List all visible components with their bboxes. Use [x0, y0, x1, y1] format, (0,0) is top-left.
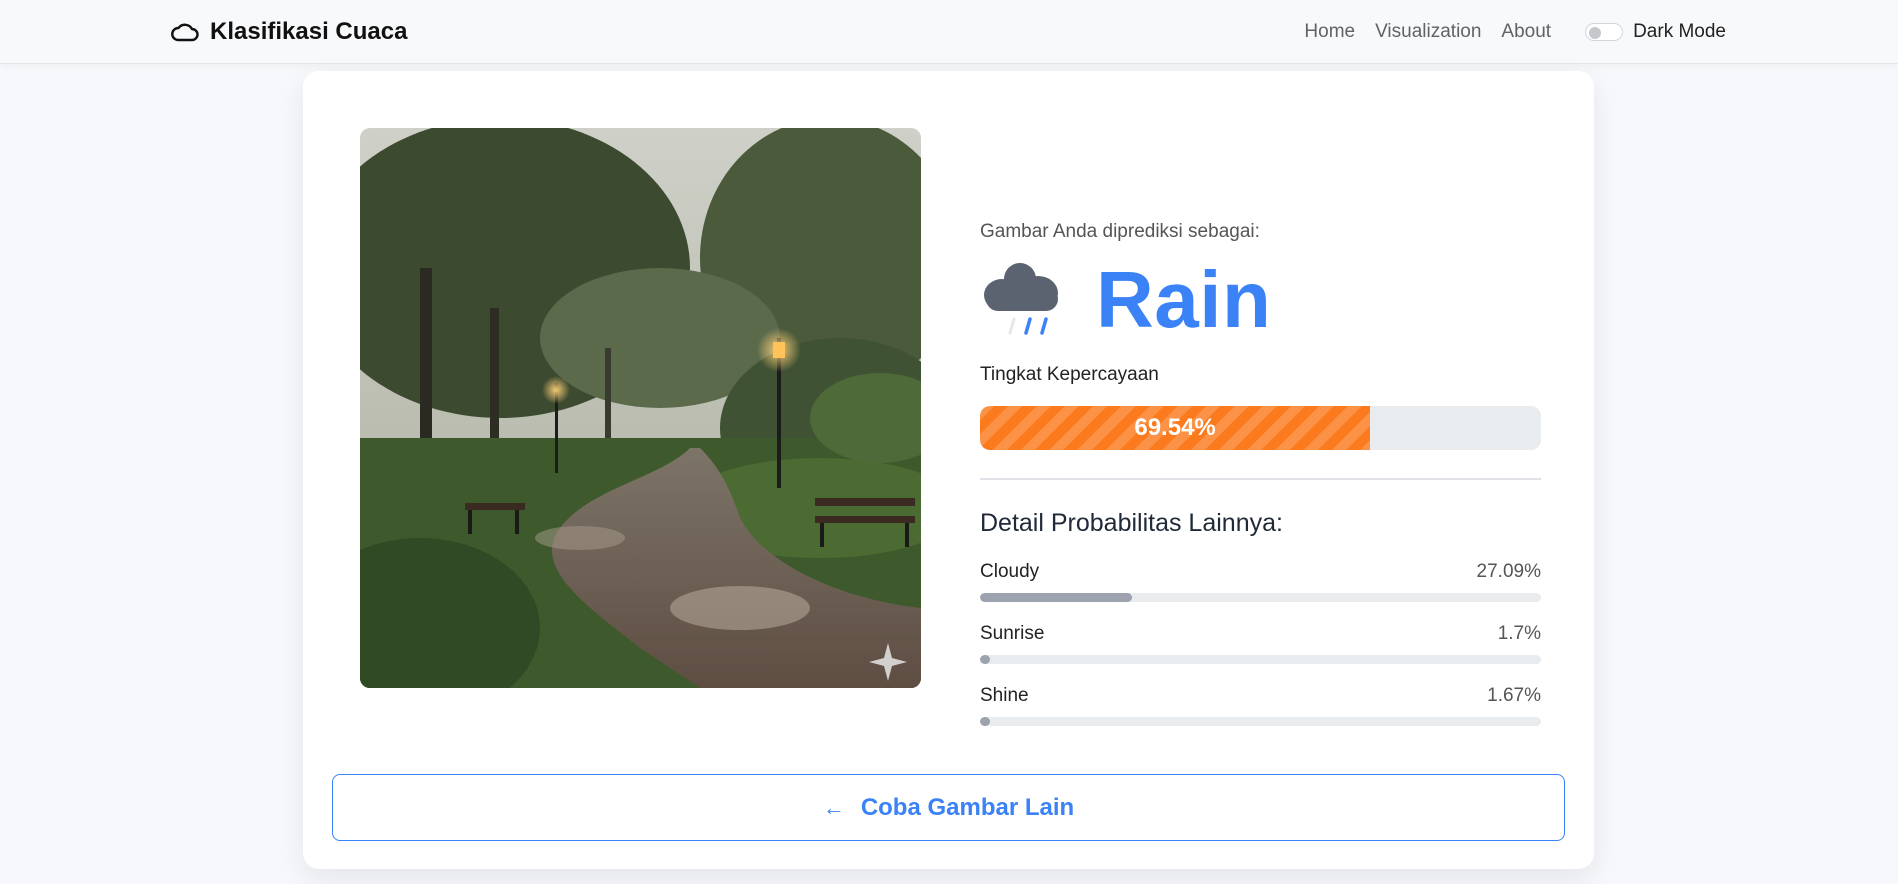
cloud-icon: [171, 23, 199, 42]
toggle-knob: [1589, 27, 1602, 39]
confidence-bar-fill: 69.54%: [980, 406, 1371, 450]
prob-row-sunrise: Sunrise 1.7%: [980, 623, 1541, 664]
prob-name: Sunrise: [980, 623, 1045, 644]
nav-link-home[interactable]: Home: [1304, 21, 1355, 43]
divider: [980, 478, 1541, 480]
prob-row-shine: Shine 1.67%: [980, 685, 1541, 726]
prob-bar: [980, 655, 1541, 664]
prob-bar: [980, 717, 1541, 726]
confidence-label: Tingkat Kepercayaan: [980, 364, 1159, 385]
prob-bar-fill: [980, 717, 990, 726]
prob-value: 1.67%: [1487, 685, 1541, 706]
prob-name: Cloudy: [980, 561, 1040, 582]
dark-mode-label: Dark Mode: [1633, 21, 1726, 42]
rain-cloud-icon: [984, 263, 1058, 335]
prob-value: 1.7%: [1497, 623, 1541, 644]
nav-links: Home Visualization About Dark Mode: [1304, 14, 1726, 50]
detail-title: Detail Probabilitas Lainnya:: [980, 509, 1283, 537]
nav-link-visualization[interactable]: Visualization: [1375, 21, 1481, 43]
prob-row-cloudy: Cloudy 27.09%: [980, 561, 1541, 602]
uploaded-image: [360, 128, 921, 688]
prob-bar-fill: [980, 655, 990, 664]
brand[interactable]: Klasifikasi Cuaca: [170, 14, 407, 50]
prob-bar: [980, 593, 1541, 602]
navbar: Klasifikasi Cuaca Home Visualization Abo…: [0, 0, 1898, 64]
prediction-caption: Gambar Anda diprediksi sebagai:: [980, 221, 1260, 242]
try-another-image-button[interactable]: ← Coba Gambar Lain: [332, 774, 1565, 841]
prediction-row: Rain: [980, 253, 1271, 347]
prob-name: Shine: [980, 685, 1029, 706]
dark-mode-toggle[interactable]: [1585, 23, 1624, 41]
nav-link-about[interactable]: About: [1501, 21, 1551, 43]
try-another-image-label: Coba Gambar Lain: [860, 793, 1075, 821]
predicted-class: Rain: [1096, 255, 1272, 344]
prob-bar-fill: [980, 593, 1132, 602]
result-card: Gambar Anda diprediksi sebagai: Rain Tin…: [303, 71, 1594, 869]
prob-value: 27.09%: [1476, 561, 1541, 582]
arrow-left-icon: ←: [822, 794, 845, 820]
confidence-bar: 69.54%: [980, 406, 1541, 450]
brand-title: Klasifikasi Cuaca: [210, 18, 408, 45]
